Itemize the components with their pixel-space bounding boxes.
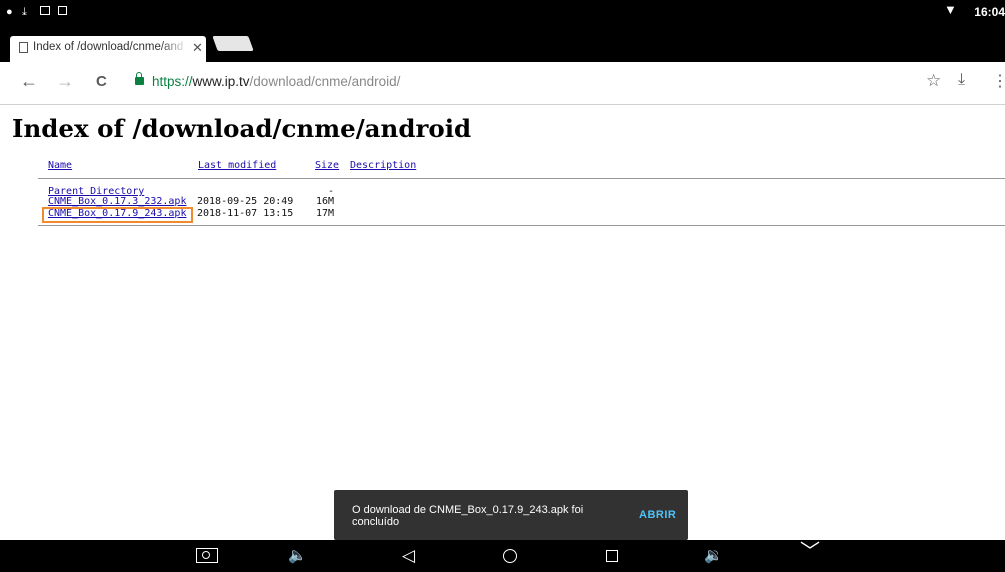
new-tab-button[interactable] xyxy=(212,36,254,51)
download-snackbar: O download de CNME_Box_0.17.9_243.apk fo… xyxy=(334,490,688,540)
row-size: 16M xyxy=(316,196,335,207)
back-arrow-icon[interactable]: ← xyxy=(20,71,38,91)
download-icon[interactable]: ⤓ xyxy=(958,71,965,89)
recents-icon[interactable] xyxy=(606,550,618,562)
tab-active[interactable]: Index of /download/cnme/android/ ✕ xyxy=(10,36,206,62)
overflow-menu-icon[interactable]: ⋮ xyxy=(992,71,1005,91)
column-header-description[interactable]: Description xyxy=(350,160,416,171)
back-icon[interactable]: ◁ xyxy=(402,546,415,566)
column-header-size[interactable]: Size xyxy=(315,160,339,171)
status-time: 16:04 xyxy=(974,5,1005,19)
url-bar[interactable]: https://www.ip.tv/download/cnme/android/ xyxy=(152,74,400,89)
app-icon xyxy=(58,6,67,15)
url-host: www.ip.tv xyxy=(192,74,250,89)
volume-down-icon[interactable]: 🔈 xyxy=(288,546,307,566)
browser-toolbar: ← → C https://www.ip.tv/download/cnme/an… xyxy=(0,62,1005,105)
wifi-icon: ▼ xyxy=(944,2,957,17)
collapse-icon[interactable]: ﹀ xyxy=(800,542,820,562)
shield-icon: ● xyxy=(6,6,13,18)
reload-icon[interactable]: C xyxy=(96,72,107,92)
page-icon xyxy=(19,42,28,53)
download-done-icon: ⤓ xyxy=(22,6,27,18)
column-header-name[interactable]: Name xyxy=(48,160,72,171)
image-icon xyxy=(40,6,50,15)
row-modified: 2018-11-07 13:15 xyxy=(197,208,294,219)
snackbar-message: O download de CNME_Box_0.17.9_243.apk fo… xyxy=(352,504,584,528)
page-title: Index of /download/cnme/android xyxy=(12,114,472,143)
url-scheme: https:// xyxy=(152,74,193,89)
divider xyxy=(38,178,1005,179)
bookmark-star-icon[interactable]: ☆ xyxy=(926,71,941,91)
row-size: 17M xyxy=(316,208,335,219)
open-button[interactable]: ABRIR xyxy=(639,509,676,521)
tab-close-icon[interactable]: ✕ xyxy=(192,40,203,56)
column-header-last-modified[interactable]: Last modified xyxy=(198,160,276,171)
lock-icon xyxy=(135,72,144,85)
file-link[interactable]: CNME_Box_0.17.3_232.apk xyxy=(48,196,186,207)
url-path: /download/cnme/android/ xyxy=(249,74,401,89)
forward-arrow-icon[interactable]: → xyxy=(56,71,74,91)
row-modified: 2018-09-25 20:49 xyxy=(197,196,294,207)
status-bar: ● ⤓ ▼ 16:04 xyxy=(0,0,1005,24)
screenshot-icon[interactable] xyxy=(196,548,218,563)
highlight-box xyxy=(42,207,193,223)
volume-up-icon[interactable]: 🔉 xyxy=(704,546,723,566)
divider xyxy=(38,225,1005,226)
tab-strip: Index of /download/cnme/android/ ✕ xyxy=(0,24,1005,62)
home-icon[interactable] xyxy=(503,549,517,563)
